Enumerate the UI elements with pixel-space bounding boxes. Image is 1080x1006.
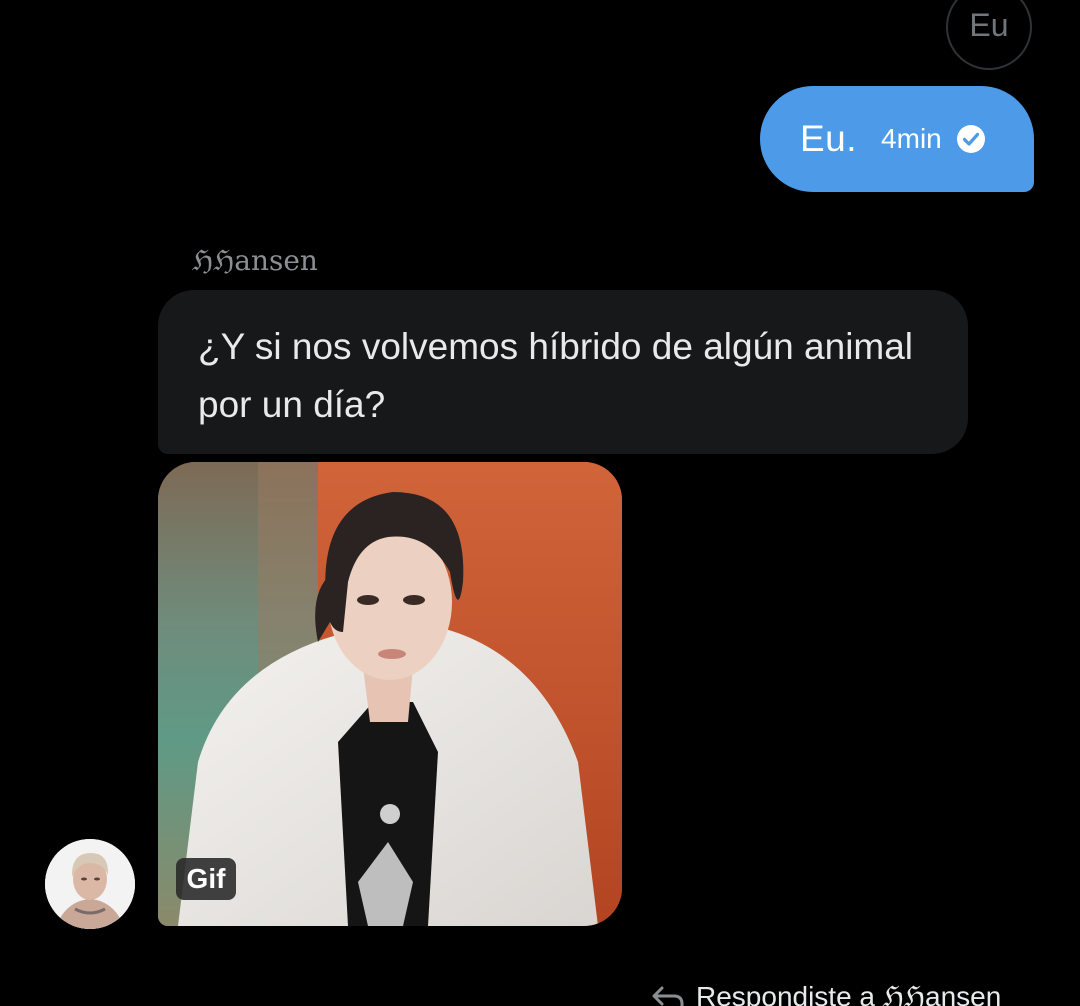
received-message-bubble[interactable]: ¿Y si nos volvemos híbrido de algún anim… bbox=[158, 290, 968, 454]
check-circle-icon bbox=[956, 124, 986, 154]
reply-indicator: Respondiste a ℌℌansen bbox=[650, 980, 1001, 1006]
sent-message-time: 4min bbox=[881, 123, 942, 154]
quoted-reply-bubble[interactable]: Eu bbox=[946, 0, 1032, 70]
dm-conversation: Eu Eu. 4min ℌℌansen ¿Y si nos volvemos h… bbox=[0, 0, 1080, 1006]
sent-message-bubble[interactable]: Eu. 4min bbox=[760, 86, 1034, 192]
gif-badge: Gif bbox=[176, 858, 236, 900]
gif-media[interactable]: Gif bbox=[158, 462, 622, 926]
avatar-image bbox=[45, 839, 135, 929]
reply-indicator-text: Respondiste a ℌℌansen bbox=[696, 981, 1002, 1006]
received-message-text: ¿Y si nos volvemos híbrido de algún anim… bbox=[198, 326, 914, 425]
sender-name: ℌℌansen bbox=[192, 244, 318, 277]
gif-image bbox=[158, 462, 622, 926]
reply-arrow-icon bbox=[650, 982, 686, 1006]
quoted-reply-label: Eu bbox=[969, 7, 1009, 43]
sender-avatar[interactable] bbox=[45, 839, 135, 929]
sent-message-text: Eu. bbox=[800, 118, 858, 159]
